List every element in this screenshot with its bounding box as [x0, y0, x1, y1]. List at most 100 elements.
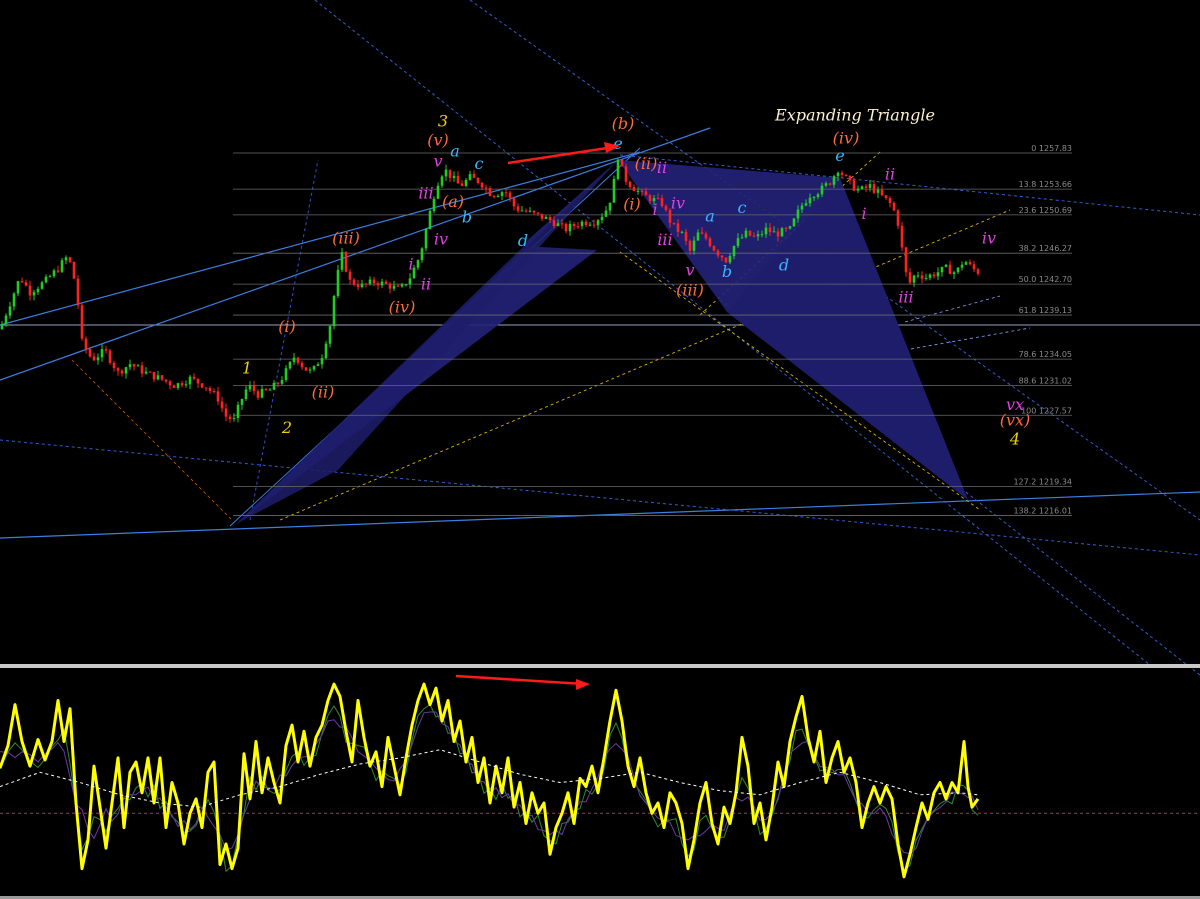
candle-body	[508, 192, 512, 198]
candle-body	[496, 195, 500, 197]
wave-label: (iii)	[332, 228, 360, 247]
candle-body	[416, 260, 420, 268]
candle-body	[972, 264, 976, 270]
candle-body	[532, 210, 536, 213]
wave-label: d	[779, 255, 789, 274]
candle-body	[364, 283, 368, 285]
candle-body	[244, 389, 248, 400]
candle-body	[12, 293, 16, 307]
wave-label: (i)	[278, 317, 296, 336]
candle-body	[20, 281, 24, 283]
candle-body	[912, 275, 916, 283]
wave-label: (b)	[612, 114, 635, 133]
candle-body	[676, 223, 680, 232]
candle-body	[932, 274, 936, 277]
candle-body	[944, 264, 948, 267]
candle-body	[240, 399, 244, 405]
candle-body	[616, 159, 620, 179]
candle-body	[452, 175, 456, 178]
candle-body	[124, 367, 128, 374]
candle-body	[632, 186, 636, 192]
candle-body	[444, 169, 448, 177]
candle-body	[640, 190, 644, 192]
candle-body	[812, 197, 816, 199]
candle-body	[848, 175, 852, 181]
candle-body	[172, 385, 176, 388]
candle-body	[936, 272, 940, 277]
candle-body	[968, 262, 972, 265]
candle-body	[188, 376, 192, 385]
candle-body	[368, 279, 372, 284]
candle-body	[608, 202, 612, 211]
chart-background	[0, 0, 1200, 899]
wave-label: iii	[898, 287, 913, 306]
candle-body	[624, 166, 628, 182]
candle-body	[404, 284, 408, 286]
candle-body	[644, 191, 648, 196]
candle-body	[660, 198, 664, 207]
candle-body	[480, 182, 484, 188]
candle-body	[340, 252, 344, 270]
candle-body	[908, 272, 912, 283]
candle-body	[144, 371, 148, 374]
candle-body	[116, 368, 120, 371]
candle-body	[744, 230, 748, 238]
wave-label: (i)	[623, 195, 641, 214]
candle-body	[324, 343, 328, 359]
candle-body	[184, 384, 188, 386]
candle-body	[440, 176, 444, 186]
candle-body	[352, 279, 356, 285]
candle-body	[904, 247, 908, 273]
wave-label: (a)	[442, 192, 464, 211]
candle-body	[592, 224, 596, 226]
candle-body	[924, 277, 928, 279]
candle-body	[316, 364, 320, 366]
candle-body	[200, 383, 204, 388]
wave-label: (ii)	[312, 383, 335, 402]
candle-body	[760, 234, 764, 236]
candle-body	[332, 296, 336, 327]
candle-body	[424, 228, 428, 249]
candle-body	[280, 380, 284, 384]
candle-body	[344, 252, 348, 272]
candle-body	[476, 177, 480, 183]
wave-label: i	[408, 254, 413, 273]
candle-body	[684, 231, 688, 241]
candle-body	[132, 364, 136, 367]
wave-label: iv	[671, 194, 685, 213]
candle-body	[72, 261, 76, 279]
candle-body	[392, 285, 396, 289]
fib-level-label: 13.8 1253.66	[1019, 180, 1072, 189]
candle-body	[896, 210, 900, 226]
candle-body	[408, 278, 412, 285]
candle-body	[84, 338, 88, 350]
candle-body	[8, 306, 12, 316]
candle-body	[160, 375, 164, 380]
wave-label: v	[433, 151, 442, 170]
candle-body	[112, 362, 116, 369]
candle-body	[168, 381, 172, 386]
candle-body	[260, 388, 264, 398]
candle-body	[100, 349, 104, 358]
candle-body	[756, 234, 760, 237]
wave-label: 2	[281, 418, 292, 437]
candle-body	[528, 210, 532, 212]
candle-body	[320, 358, 324, 365]
candle-body	[648, 195, 652, 202]
candle-body	[976, 269, 980, 274]
candle-body	[92, 356, 96, 361]
candle-body	[308, 369, 312, 371]
candle-body	[752, 235, 756, 237]
wave-label: c	[475, 154, 484, 173]
candle-body	[580, 221, 584, 227]
wave-label: a	[705, 207, 715, 226]
candle-body	[520, 210, 524, 212]
wave-label: v	[685, 260, 694, 279]
candle-body	[780, 228, 784, 237]
candle-body	[248, 385, 252, 390]
candle-body	[628, 181, 632, 187]
candle-body	[596, 220, 600, 225]
candle-body	[292, 357, 296, 362]
candle-body	[360, 283, 364, 288]
candle-body	[708, 238, 712, 247]
